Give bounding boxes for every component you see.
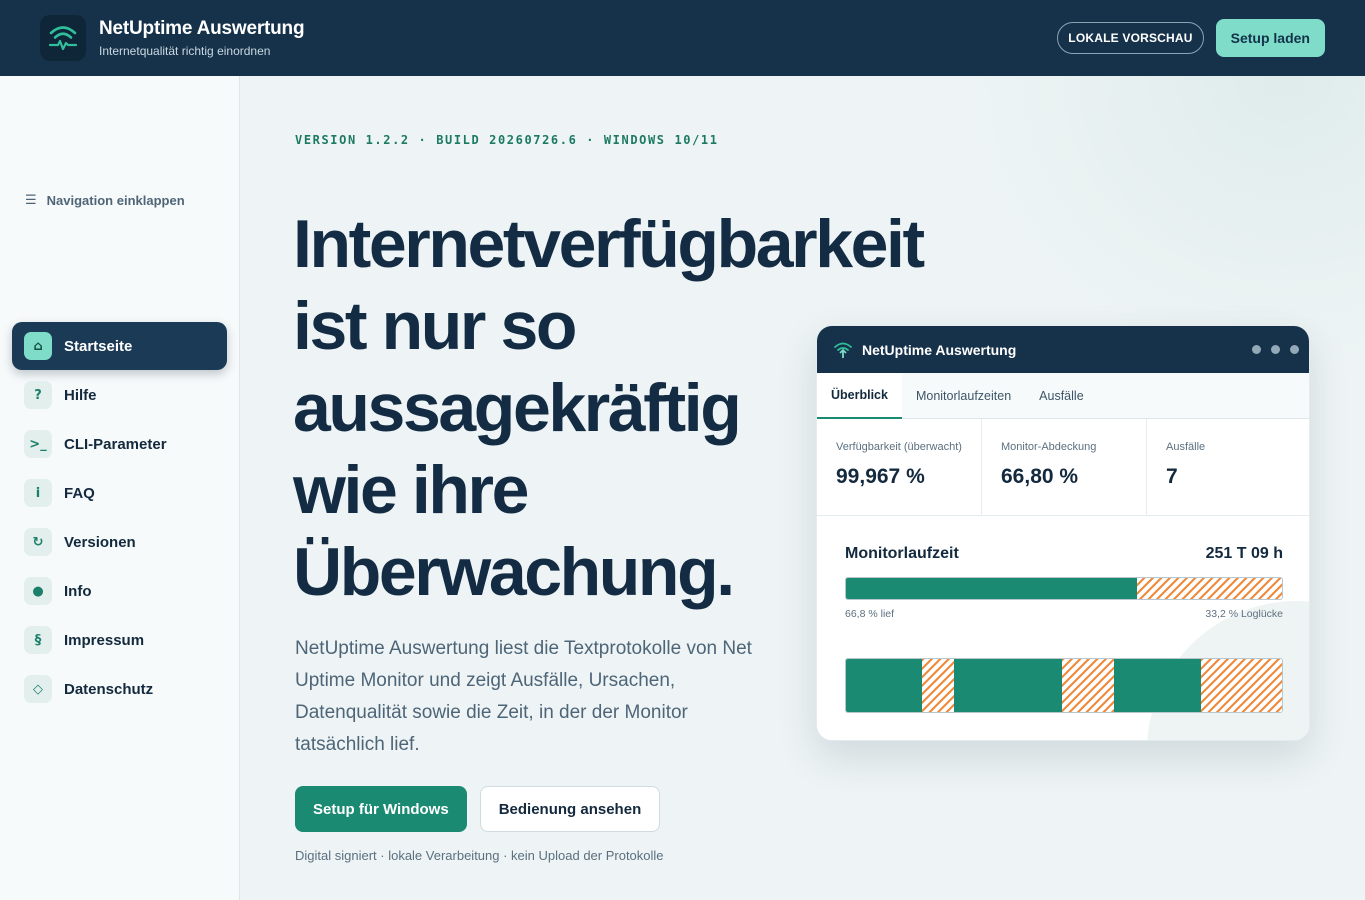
sidebar-item-label: Startseite [64, 337, 133, 355]
sidebar-item-label: FAQ [64, 484, 95, 502]
timeline-run-segment [846, 659, 923, 712]
sidebar-item-impressum[interactable]: § Impressum [12, 616, 227, 664]
tab-ausfälle[interactable]: Ausfälle [1025, 373, 1097, 419]
sidebar-item-datenschutz[interactable]: ◇ Datenschutz [12, 665, 227, 713]
tab-überblick[interactable]: Überblick [817, 373, 902, 419]
sidebar-item-startseite[interactable]: ⌂ Startseite [12, 322, 227, 370]
top-bar: NetUptime Auswertung Internetqualität ri… [0, 0, 1365, 76]
sidebar-item-label: CLI-Parameter [64, 435, 167, 453]
window-dot[interactable] [1290, 345, 1299, 354]
hero-actions: Setup für Windows Bedienung ansehen [295, 786, 661, 832]
stat-tile: Monitor-Abdeckung 66,80 % [982, 419, 1147, 515]
paragraph-icon: § [24, 626, 52, 654]
app-subtitle: Internetqualität richtig einordnen [99, 44, 271, 58]
runtime-title: Monitorlaufzeit [845, 545, 959, 562]
sidebar-item-faq[interactable]: i FAQ [12, 469, 227, 517]
runtime-coverage-fill [846, 578, 1138, 599]
window-controls [1252, 345, 1299, 354]
timeline-gap-segment [1061, 659, 1115, 712]
brand: NetUptime Auswertung Internetqualität ri… [99, 18, 305, 58]
stat-tile: Ausfälle 7 [1147, 419, 1309, 515]
sidebar-item-label: Info [64, 582, 92, 600]
stat-label: Verfügbarkeit (überwacht) [836, 441, 962, 453]
hero-description: NetUptime Auswertung liest die Textproto… [295, 638, 752, 755]
download-setup-button[interactable]: Setup laden [1215, 19, 1325, 57]
sidebar-nav: ⌂ Startseite? Hilfe >_ CLI-Parameter i FAQ ↻ Ver… [12, 322, 227, 714]
diamond-icon: ◇ [24, 675, 52, 703]
menu-icon: ☰ [25, 192, 37, 207]
sidebar-item-label: Hilfe [64, 386, 97, 404]
gap-share-label: 33,2 % Loglücke [1205, 608, 1283, 620]
help-icon: ? [24, 381, 52, 409]
runtime-total: 251 T 09 h [1205, 545, 1283, 562]
local-preview-button[interactable]: LOKALE VORSCHAU [1057, 22, 1204, 54]
home-icon: ⌂ [24, 332, 52, 360]
collapse-navigation-button[interactable]: ☰ Navigation einklappen [25, 192, 185, 208]
sidebar-item-hilfe[interactable]: ? Hilfe [12, 371, 227, 419]
preview-stats: Verfügbarkeit (überwacht) 99,967 % Monitor… [817, 419, 1309, 516]
stat-value: 99,967 % [836, 465, 925, 488]
collapse-navigation-label: Navigation einklappen [46, 192, 185, 208]
window-dot[interactable] [1271, 345, 1280, 354]
terminal-icon: >_ [24, 430, 52, 458]
timeline-run-segment [1114, 659, 1202, 712]
stat-label: Ausfälle [1166, 441, 1206, 453]
window-dot[interactable] [1252, 345, 1261, 354]
dot-icon: ● [24, 577, 52, 605]
sidebar-item-info[interactable]: ● Info [12, 567, 227, 615]
headline-line: Internetverfügbarkeit [293, 206, 925, 282]
stat-value: 66,80 % [1001, 465, 1079, 488]
setup-windows-button[interactable]: Setup für Windows [295, 786, 467, 832]
timeline-gap-segment [1201, 659, 1282, 712]
wifi-pulse-icon [48, 26, 78, 51]
app-logo[interactable] [40, 15, 86, 61]
trust-note: Digital signiert · lokale Verarbeitung ·… [295, 848, 664, 863]
runtime-coverage-bar [845, 577, 1283, 600]
sidebar-item-label: Impressum [64, 631, 145, 649]
sidebar-item-label: Datenschutz [64, 680, 154, 698]
app-title: NetUptime Auswertung [99, 18, 305, 39]
stat-value: 7 [1166, 465, 1178, 488]
tab-monitorlaufzeiten[interactable]: Monitorlaufzeiten [902, 373, 1025, 419]
header-actions: LOKALE VORSCHAU Setup laden [1057, 19, 1325, 57]
timeline-gap-segment [922, 659, 955, 712]
stat-label: Monitor-Abdeckung [1001, 441, 1097, 453]
preview-tabs: Überblick Monitorlaufzeiten Ausfälle [817, 373, 1309, 419]
runtime-section: Monitorlaufzeit 251 T 09 h 66,8 % lief 3… [845, 545, 1283, 620]
refresh-icon: ↻ [24, 528, 52, 556]
sidebar-item-cli-parameter[interactable]: >_ CLI-Parameter [12, 420, 227, 468]
preview-logo-icon [832, 339, 854, 361]
view-usage-button[interactable]: Bedienung ansehen [479, 786, 661, 832]
runtime-timeline [845, 658, 1283, 713]
app-preview-card: NetUptime Auswertung Überblick Monitorlau… [816, 325, 1310, 741]
sidebar-item-label: Versionen [64, 533, 136, 551]
timeline-run-segment [954, 659, 1062, 712]
stat-tile: Verfügbarkeit (überwacht) 99,967 % [817, 419, 982, 515]
version-info: VERSION 1.2.2 · BUILD 20260726.6 · WINDO… [295, 133, 719, 147]
info-icon: i [24, 479, 52, 507]
run-share-label: 66,8 % lief [845, 608, 895, 620]
preview-titlebar: NetUptime Auswertung [817, 326, 1309, 373]
sidebar: ☰ Navigation einklappen ⌂ Startseite? Hilf… [0, 76, 240, 900]
sidebar-item-versionen[interactable]: ↻ Versionen [12, 518, 227, 566]
preview-title: NetUptime Auswertung [862, 341, 1017, 358]
